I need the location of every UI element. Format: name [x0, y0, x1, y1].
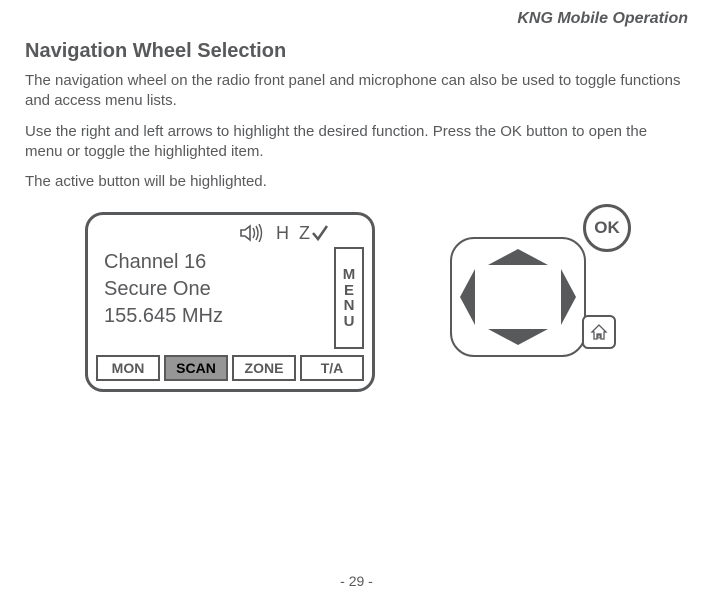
figure-row: H Z Channel 16 Secure One 155.645 MHz M …: [25, 212, 688, 392]
scan-button[interactable]: SCAN: [164, 355, 228, 381]
arrow-down-icon[interactable]: [490, 331, 546, 345]
channel-line-1: Channel 16: [104, 249, 328, 276]
menu-letter: E: [344, 283, 354, 299]
zone-button[interactable]: ZONE: [232, 355, 296, 381]
home-icon: [589, 322, 609, 342]
z-check-indicator: Z: [299, 223, 329, 243]
radio-display: H Z Channel 16 Secure One 155.645 MHz M …: [85, 212, 375, 392]
ta-button[interactable]: T/A: [300, 355, 364, 381]
speaker-icon: [240, 224, 266, 242]
display-main-row: Channel 16 Secure One 155.645 MHz M E N …: [96, 247, 364, 349]
mon-button[interactable]: MON: [96, 355, 160, 381]
svg-text:Z: Z: [299, 223, 310, 243]
paragraph-3: The active button will be highlighted.: [25, 172, 688, 192]
page-header-right: KNG Mobile Operation: [25, 10, 688, 28]
paragraph-1: The navigation wheel on the radio front …: [25, 71, 688, 112]
dpad: [450, 237, 586, 357]
arrow-right-icon[interactable]: [563, 271, 576, 323]
paragraph-2: Use the right and left arrows to highlig…: [25, 122, 688, 163]
menu-letter: M: [343, 267, 356, 283]
home-button[interactable]: [582, 315, 616, 349]
navigation-wheel: OK: [445, 212, 625, 372]
menu-letter: U: [344, 314, 355, 330]
channel-line-2: Secure One: [104, 276, 328, 303]
status-row: H Z: [96, 221, 364, 245]
channel-info: Channel 16 Secure One 155.645 MHz: [96, 247, 328, 349]
menu-letter: N: [344, 298, 355, 314]
softkey-row: MON SCAN ZONE T/A: [96, 355, 364, 381]
h-indicator: H: [276, 223, 289, 244]
arrow-up-icon[interactable]: [490, 249, 546, 263]
arrow-left-icon[interactable]: [460, 271, 473, 323]
page-number: - 29 -: [340, 573, 373, 589]
channel-line-3: 155.645 MHz: [104, 303, 328, 330]
section-title: Navigation Wheel Selection: [25, 40, 688, 63]
menu-side-button[interactable]: M E N U: [334, 247, 364, 349]
ok-button[interactable]: OK: [583, 204, 631, 252]
